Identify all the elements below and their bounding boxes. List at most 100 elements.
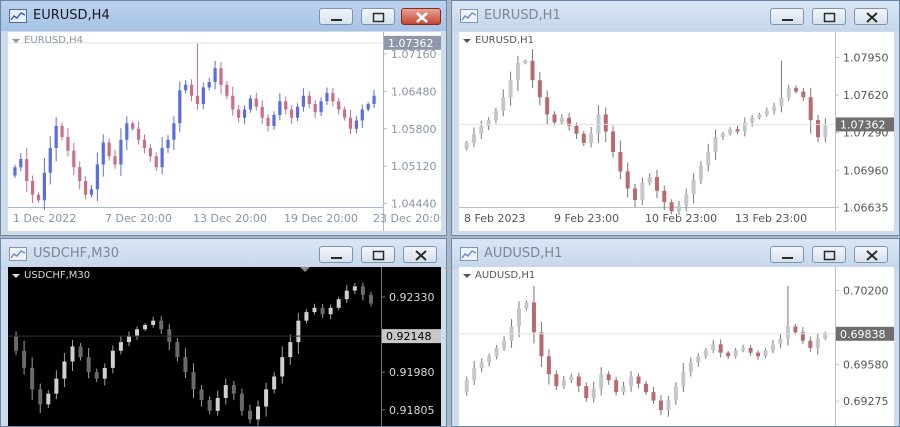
chart-window-audusd-h1[interactable]: AUDUSD,H1 0.70200 0.69580 0.69275 0.69838 AU… [451,238,900,427]
minimize-button[interactable] [770,246,804,263]
candle-body [531,302,536,333]
candle-body [720,133,725,138]
candle-body [366,104,370,110]
candle-body [215,397,220,411]
candle-body [72,150,76,168]
candle-body [688,362,693,372]
close-button[interactable] [854,246,888,263]
price-chart: 1.079501.076201.072901.069601.066358 Feb… [459,32,894,231]
minimize-button[interactable] [319,8,353,25]
candle-body [706,152,711,166]
close-button[interactable] [403,246,437,263]
close-icon [866,12,878,23]
candle-body [42,172,46,201]
candle-body [95,164,99,190]
candle-body [191,372,196,390]
current-price-label: 0.92148 [386,330,432,343]
maximize-button[interactable] [361,246,395,263]
candle-body [254,98,258,107]
candle-body [703,350,708,357]
candle-body [658,400,663,411]
candle-body [320,307,325,315]
chart-window-eurusd-h4[interactable]: EURUSD,H4 1.07160 1.06480 1.05800 1.05120 1.… [0,0,447,236]
candle-body [794,88,799,92]
candle-body [86,357,91,373]
candle-body [633,188,638,200]
candle-body [493,110,498,121]
candle-body [748,347,753,353]
maximize-button[interactable] [812,246,846,263]
candle-body [779,97,784,107]
candle-body [591,388,596,399]
candle-body [464,142,469,149]
candle-body [304,312,309,321]
price-tick-label: 1.04440 [391,198,437,211]
candle-body [62,361,67,379]
chart-window-eurusd-h1[interactable]: EURUSD,H1 1.07950 1.07620 1.07290 1.06960 1.… [451,0,900,236]
window-titlebar[interactable]: EURUSD,H1 [452,1,899,31]
price-tick-label: 0.91805 [389,404,435,417]
candle-body [515,63,520,81]
minimize-icon [782,19,793,21]
chart-area[interactable]: 1.07160 1.06480 1.05800 1.05120 1.04440 1 Dec… [8,32,441,231]
window-title: EURUSD,H1 [484,8,561,23]
chart-app-icon [460,247,478,261]
chart-area[interactable]: 0.92330 0.91980 0.91805 0.92148 USDCHF,M30 [8,267,441,426]
candle-body [778,338,783,345]
candle-body [735,129,740,132]
candle-body [676,205,681,212]
candle-body [354,120,359,129]
candle-body [486,120,491,126]
candle-body [711,344,716,351]
close-button[interactable] [854,8,888,25]
candle-body [207,400,212,411]
candle-body [313,104,317,113]
candle-body [629,376,634,387]
price-tick-label: 1.06635 [843,201,889,214]
minimize-button[interactable] [770,8,804,25]
candle-body [621,386,626,393]
close-button[interactable] [401,8,441,25]
candle-body [666,400,671,411]
price-tick-label: 1.07620 [843,89,889,102]
minimize-button[interactable] [319,246,353,263]
price-tick-label: 0.69275 [843,395,889,408]
candle-body [808,97,813,121]
candle-body [554,374,559,387]
candle-body [552,114,557,123]
price-tick-label: 0.70200 [843,285,889,298]
candle-body [266,117,270,126]
candle-body [502,340,507,348]
candle-body [136,128,141,140]
candle-body [325,93,329,102]
candle-body [166,139,170,148]
chart-area[interactable]: 0.70200 0.69580 0.69275 0.69838 AUDUSD,H1 [459,267,894,426]
candle-body [360,286,365,295]
candle-body [219,68,223,85]
candle-body [290,109,294,118]
window-titlebar[interactable]: EURUSD,H4 [1,1,446,31]
candle-body [651,392,656,401]
candle-body [70,346,75,362]
candle-body [110,350,115,368]
chart-area[interactable]: 1.07950 1.07620 1.07290 1.06960 1.06635 8 Feb… [459,32,894,231]
maximize-icon [372,12,385,23]
window-titlebar[interactable]: USDCHF,M30 [1,239,446,269]
candle-body [772,106,777,111]
window-titlebar[interactable]: AUDUSD,H1 [452,239,899,269]
candle-body [352,286,357,291]
candle-body [13,167,17,176]
candle-body [523,60,528,64]
price-tick-label: 1.07950 [843,51,889,64]
chart-window-usdchf-m30[interactable]: USDCHF,M30 0.92330 0.91980 0.91805 0.92148 U… [0,238,447,427]
maximize-button[interactable] [812,8,846,25]
candle-body [225,84,229,96]
candle-body [48,148,52,173]
candle-body [808,340,813,348]
maximize-button[interactable] [361,8,395,25]
symbol-label: EURUSD,H4 [24,35,83,46]
candle-body [696,356,701,363]
chart-background [459,267,894,426]
candle-body [213,68,217,82]
candle-body [307,95,311,104]
